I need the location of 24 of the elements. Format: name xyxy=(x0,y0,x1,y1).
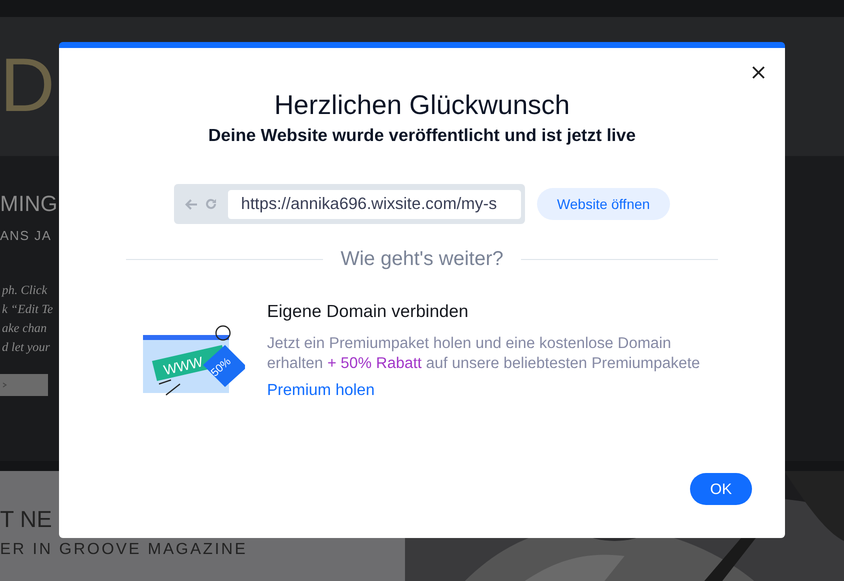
url-field: https://annika696.wixsite.com/my-s xyxy=(228,190,522,218)
news-heading: T NE xyxy=(0,505,52,534)
heading: MING xyxy=(0,190,58,218)
close-icon[interactable] xyxy=(752,66,765,79)
dialog-subtitle: Deine Website wurde veröffentlicht und ist jetzt live xyxy=(208,125,636,146)
offer-description: Jetzt ein Premiumpaket holen und eine kostenlose Domain erhalten + 50% Rabatt auf unsere beliebtesten Premiumpakete xyxy=(267,334,701,374)
news-subheading: ER IN GROOVE MAGAZINE xyxy=(0,541,248,559)
offer-title: Eigene Domain verbinden xyxy=(267,301,470,322)
site-button[interactable] xyxy=(0,374,48,396)
tag-label: WWW xyxy=(162,353,204,378)
reload-icon xyxy=(205,198,218,210)
premium-link[interactable]: Premium holen xyxy=(267,382,375,400)
section-title: Wie geht's weiter? xyxy=(340,248,504,271)
paragraph-line: ph. Click xyxy=(2,282,48,299)
dialog-title: Herzlichen Glückwunsch xyxy=(274,90,570,121)
ok-button[interactable]: OK xyxy=(690,473,752,505)
discount-label: 50% xyxy=(208,356,234,380)
subheading: ANS JA xyxy=(0,228,52,243)
logo-letter: D xyxy=(0,48,55,124)
open-website-button[interactable]: Website öffnen xyxy=(537,188,670,220)
paragraph-line: k “Edit Te xyxy=(2,300,53,318)
paragraph-line: d let your xyxy=(2,338,50,356)
paragraph-line: ake chan xyxy=(2,320,47,337)
back-arrow-icon xyxy=(185,198,198,210)
